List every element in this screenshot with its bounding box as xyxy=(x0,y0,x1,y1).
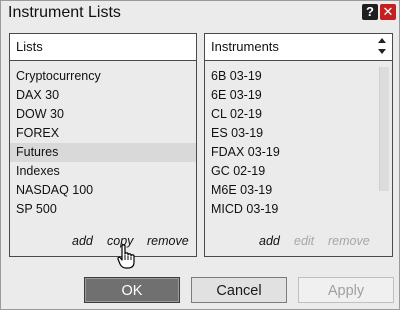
help-button[interactable]: ? xyxy=(362,4,378,20)
instruments-remove-link: remove xyxy=(328,234,370,248)
list-item[interactable]: 6B 03-19 xyxy=(205,67,376,86)
scroll-down-icon[interactable] xyxy=(378,49,386,54)
list-item[interactable]: MICD 03-19 xyxy=(205,200,376,219)
list-item[interactable]: GC 02-19 xyxy=(205,162,376,181)
ok-button[interactable]: OK xyxy=(84,277,180,303)
list-item-selected[interactable]: Futures xyxy=(10,143,196,162)
scroll-up-icon[interactable] xyxy=(378,38,386,43)
instruments-add-link[interactable]: add xyxy=(259,234,280,248)
instruments-actions: add edit remove xyxy=(205,234,392,250)
instruments-body: 6B 03-19 6E 03-19 CL 02-19 ES 03-19 FDAX… xyxy=(205,61,392,256)
list-item[interactable]: Indexes xyxy=(10,162,196,181)
lists-panel: Lists Cryptocurrency DAX 30 DOW 30 FOREX… xyxy=(9,33,197,257)
titlebar: Instrument Lists ? ✕ xyxy=(1,1,399,25)
scroll-thumb[interactable] xyxy=(379,67,389,191)
lists-add-link[interactable]: add xyxy=(72,234,93,248)
list-item[interactable]: DOW 30 xyxy=(10,105,196,124)
list-item[interactable]: DAX 30 xyxy=(10,86,196,105)
instruments-header: Instruments xyxy=(205,34,392,61)
list-item[interactable]: Cryptocurrency xyxy=(10,67,196,86)
list-item[interactable]: ES 03-19 xyxy=(205,124,376,143)
instruments-list: 6B 03-19 6E 03-19 CL 02-19 ES 03-19 FDAX… xyxy=(205,67,376,219)
lists-body: Cryptocurrency DAX 30 DOW 30 FOREX Futur… xyxy=(10,61,196,256)
list-item[interactable]: FDAX 03-19 xyxy=(205,143,376,162)
list-item[interactable]: NASDAQ 100 xyxy=(10,181,196,200)
list-item[interactable]: 6E 03-19 xyxy=(205,86,376,105)
instruments-edit-link: edit xyxy=(294,234,315,248)
list-item[interactable]: FOREX xyxy=(10,124,196,143)
lists-list: Cryptocurrency DAX 30 DOW 30 FOREX Futur… xyxy=(10,67,196,219)
window-title: Instrument Lists xyxy=(8,4,121,21)
apply-button: Apply xyxy=(298,277,394,303)
instruments-scrollbar[interactable] xyxy=(378,66,390,192)
instruments-panel: Instruments 6B 03-19 6E 03-19 CL 02-19 E… xyxy=(204,33,393,257)
list-item[interactable]: SP 500 xyxy=(10,200,196,219)
instrument-lists-window: Instrument Lists ? ✕ Lists Cryptocurrenc… xyxy=(0,0,400,310)
list-item[interactable]: CL 02-19 xyxy=(205,105,376,124)
hand-cursor-icon xyxy=(117,244,135,269)
list-item[interactable]: M6E 03-19 xyxy=(205,181,376,200)
lists-header: Lists xyxy=(10,34,196,61)
lists-actions: add copy remove xyxy=(10,234,196,250)
close-button[interactable]: ✕ xyxy=(380,4,396,20)
lists-remove-link[interactable]: remove xyxy=(147,234,189,248)
cancel-button[interactable]: Cancel xyxy=(191,277,287,303)
